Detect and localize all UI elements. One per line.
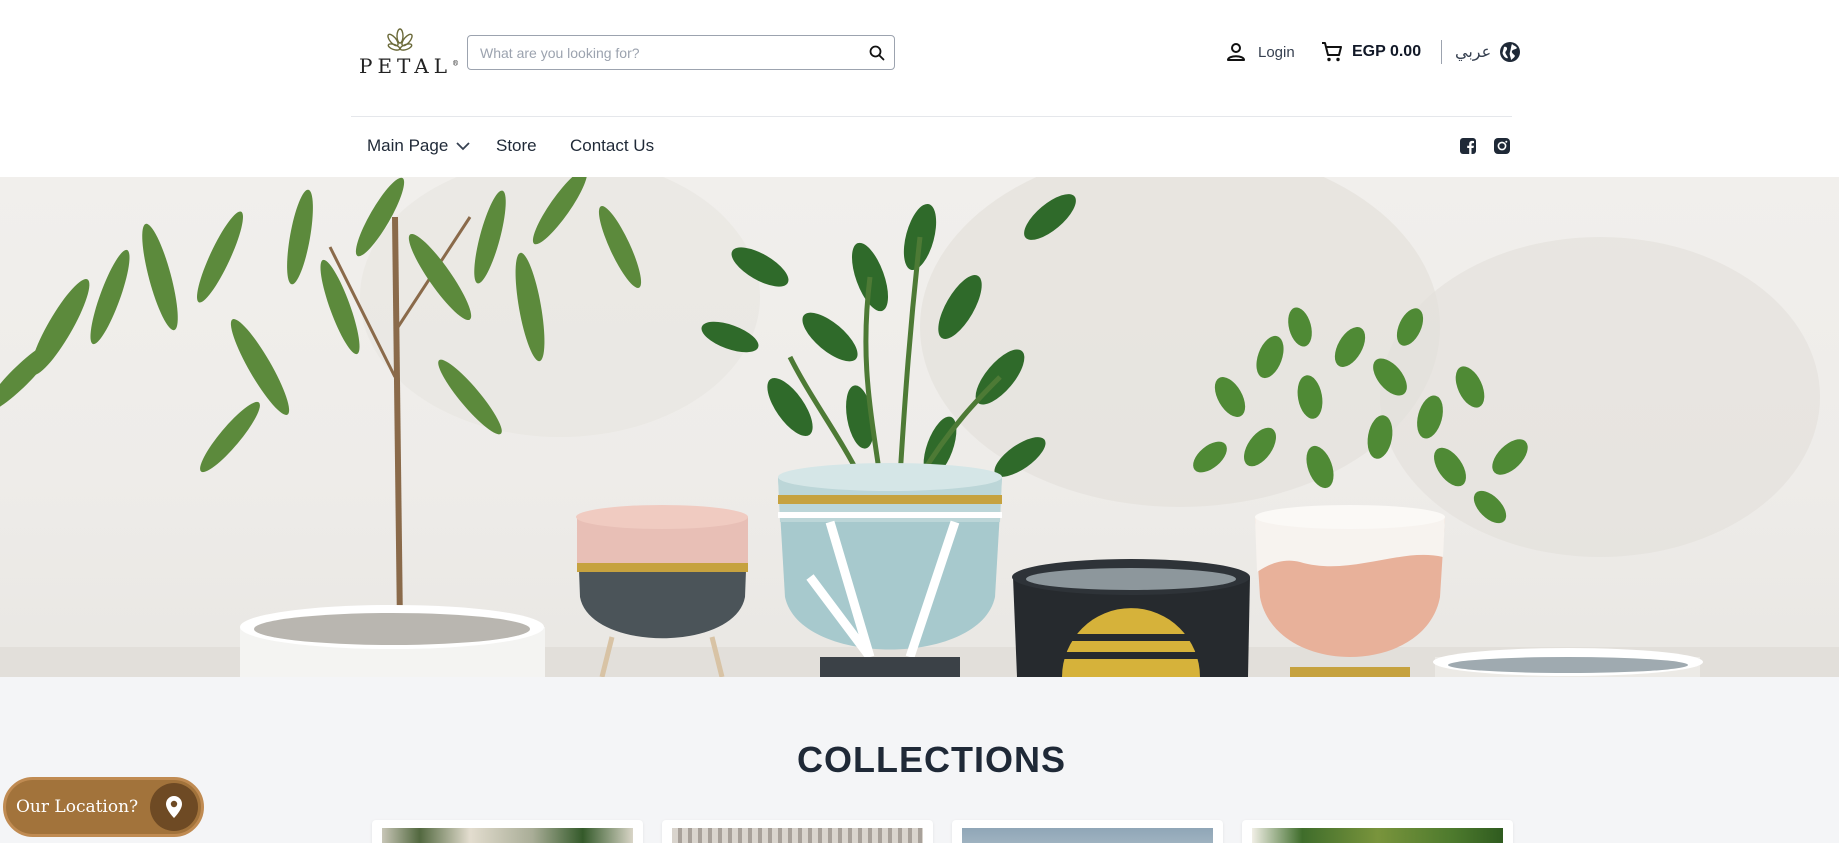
search-icon[interactable]: [868, 44, 886, 62]
top-bar: PETAL® Login EGP 0.00: [351, 0, 1521, 116]
facebook-icon[interactable]: [1459, 137, 1477, 155]
collection-image: [382, 828, 633, 843]
search-input[interactable]: [468, 36, 858, 69]
login-button[interactable]: Login: [1224, 38, 1295, 66]
nav-item-label: Contact Us: [570, 136, 655, 155]
logo[interactable]: PETAL®: [359, 28, 460, 78]
collections-title: COLLECTIONS: [797, 739, 1066, 780]
leaf-logo-icon: [387, 28, 413, 51]
nav-item-contact-us[interactable]: Contact Us: [570, 136, 654, 156]
globe-icon: [1500, 42, 1521, 62]
cart-total: EGP 0.00: [1352, 43, 1422, 60]
map-pin-icon: [150, 783, 198, 831]
our-location-button[interactable]: Our Location?: [3, 777, 204, 837]
main-nav: Main Page Store Contact Us: [351, 117, 1512, 177]
chevron-down-icon: [456, 142, 470, 151]
nav-item-label: Main Page: [367, 136, 449, 155]
language-label: عربي: [1455, 44, 1492, 61]
cart-button[interactable]: EGP 0.00: [1320, 38, 1421, 66]
divider: [1441, 40, 1442, 64]
collection-card[interactable]: [952, 820, 1223, 843]
login-label: Login: [1258, 43, 1295, 61]
collection-card[interactable]: [372, 820, 643, 843]
hero-plants-image: [0, 177, 1839, 677]
site-header: PETAL® Login EGP 0.00: [0, 0, 1839, 177]
search-box: [467, 35, 895, 70]
instagram-icon[interactable]: [1493, 137, 1511, 155]
collection-image: [1252, 828, 1503, 843]
collection-image: [672, 828, 923, 843]
collection-image: [962, 828, 1213, 843]
user-icon: [1227, 43, 1245, 61]
collections-section: COLLECTIONS: [0, 677, 1839, 843]
location-label: Our Location?: [16, 797, 139, 817]
hero-banner: [0, 177, 1839, 677]
logo-text: PETAL®: [359, 54, 460, 78]
collection-card[interactable]: [1242, 820, 1513, 843]
nav-item-label: Store: [496, 136, 537, 155]
cart-icon: [1322, 42, 1342, 62]
nav-item-store[interactable]: Store: [496, 136, 537, 156]
nav-item-main-page[interactable]: Main Page: [367, 136, 470, 156]
collection-card[interactable]: [662, 820, 933, 843]
language-switch[interactable]: عربي: [1455, 38, 1521, 66]
